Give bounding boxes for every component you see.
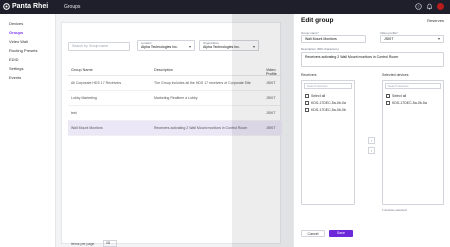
group-search-input[interactable]: Search by Group name — [68, 42, 130, 51]
chevron-down-icon: ▾ — [437, 36, 440, 41]
list-item-label: KDS-17DEC-5a-0b-5a — [392, 101, 427, 105]
column-header-description[interactable]: Description — [154, 68, 173, 72]
available-search-input[interactable]: Search devices — [304, 83, 352, 89]
top-icons: ? — [415, 3, 444, 10]
sidebar-item-settings[interactable]: Settings — [0, 65, 56, 73]
drawer-backdrop[interactable] — [232, 14, 293, 247]
checkbox[interactable] — [305, 108, 309, 112]
row-group-name: Wall Mount Monitors — [71, 126, 103, 130]
chevron-down-icon: ▾ — [188, 44, 191, 49]
brand-name: Panta Rhei — [12, 3, 49, 10]
sidebar-item-routing-presets[interactable]: Routing Presets — [0, 47, 56, 55]
row-group-name: Lobby Marketing — [71, 96, 97, 100]
save-button[interactable]: Save — [329, 230, 353, 237]
list-item[interactable]: KDS-17DEC-5a-0b-5a — [386, 101, 427, 105]
list-item[interactable]: Select all — [386, 94, 406, 98]
checkbox[interactable] — [386, 94, 390, 98]
available-receivers-list: Search devices Select all KDS-17DEC-5a-0… — [301, 80, 355, 205]
move-right-button[interactable]: › — [368, 137, 375, 144]
cancel-button[interactable]: Cancel — [301, 230, 325, 237]
drawer-title: Edit group — [301, 17, 334, 24]
list-item-label: KDS-17DEC-5a-0b-0b — [311, 108, 346, 112]
location-filter-select[interactable]: Location Alpha Technologies Inc. ▾ — [137, 40, 195, 51]
items-per-page-label: Items per page — [71, 242, 95, 246]
edit-group-drawer: Edit group Reserves Group name* Wall Mou… — [293, 14, 450, 247]
description-label: Description (500 characters) — [301, 47, 339, 51]
sidebar: Devices Groups Video Wall Routing Preset… — [0, 14, 56, 247]
list-item-label: Select all — [392, 94, 407, 98]
description-textarea[interactable]: Receivers activating 2 Wall Mount monito… — [301, 52, 444, 67]
checkbox[interactable] — [305, 94, 309, 98]
row-group-name: test — [71, 111, 77, 115]
help-icon[interactable]: ? — [415, 3, 422, 10]
checkbox[interactable] — [386, 101, 390, 105]
reserves-link[interactable]: Reserves — [427, 18, 444, 23]
list-item[interactable]: Select all — [305, 94, 325, 98]
svg-text:?: ? — [418, 5, 420, 9]
selected-count: 1 devices selected — [382, 208, 407, 212]
list-item-label: KDS-17DEC-5a-0b-0a — [311, 101, 346, 105]
group-name-input[interactable]: Wall Mount Monitors — [301, 35, 366, 43]
sidebar-item-groups[interactable]: Groups — [0, 29, 56, 37]
sidebar-item-events[interactable]: Events — [0, 74, 56, 82]
selected-devices-list: Search devices Select all KDS-17DEC-5a-0… — [382, 80, 444, 205]
sidebar-item-devices[interactable]: Devices — [0, 20, 56, 28]
checkbox[interactable] — [305, 101, 309, 105]
move-left-button[interactable]: ‹ — [368, 147, 375, 154]
receivers-label: Receivers — [301, 73, 317, 77]
sidebar-item-edid[interactable]: EDID — [0, 56, 56, 64]
panta-rhei-logo-icon — [3, 3, 10, 10]
video-profile-value: JSKIT — [384, 37, 394, 41]
selected-devices-label: Selected devices — [382, 73, 409, 77]
location-filter-value: Alpha Technologies Inc. — [141, 45, 178, 49]
row-group-name: All Corporate HDS 17 Receivers — [71, 81, 122, 85]
items-per-page-value: 10 — [106, 241, 110, 245]
list-item-label: Select all — [311, 94, 326, 98]
sidebar-item-video-wall[interactable]: Video Wall — [0, 38, 56, 46]
items-per-page-select[interactable]: 10 — [103, 240, 117, 247]
user-avatar[interactable] — [437, 3, 444, 10]
list-item[interactable]: KDS-17DEC-5a-0b-0b — [305, 108, 346, 112]
top-bar: Panta Rhei Groups ? — [0, 0, 450, 14]
list-item[interactable]: KDS-17DEC-5a-0b-0a — [305, 101, 346, 105]
page-title: Groups — [64, 4, 81, 10]
video-profile-select[interactable]: JSKIT ▾ — [380, 35, 444, 43]
bell-icon[interactable] — [426, 3, 433, 10]
selected-search-input[interactable]: Search devices — [385, 83, 441, 89]
column-header-group-name[interactable]: Group Name — [71, 68, 93, 72]
